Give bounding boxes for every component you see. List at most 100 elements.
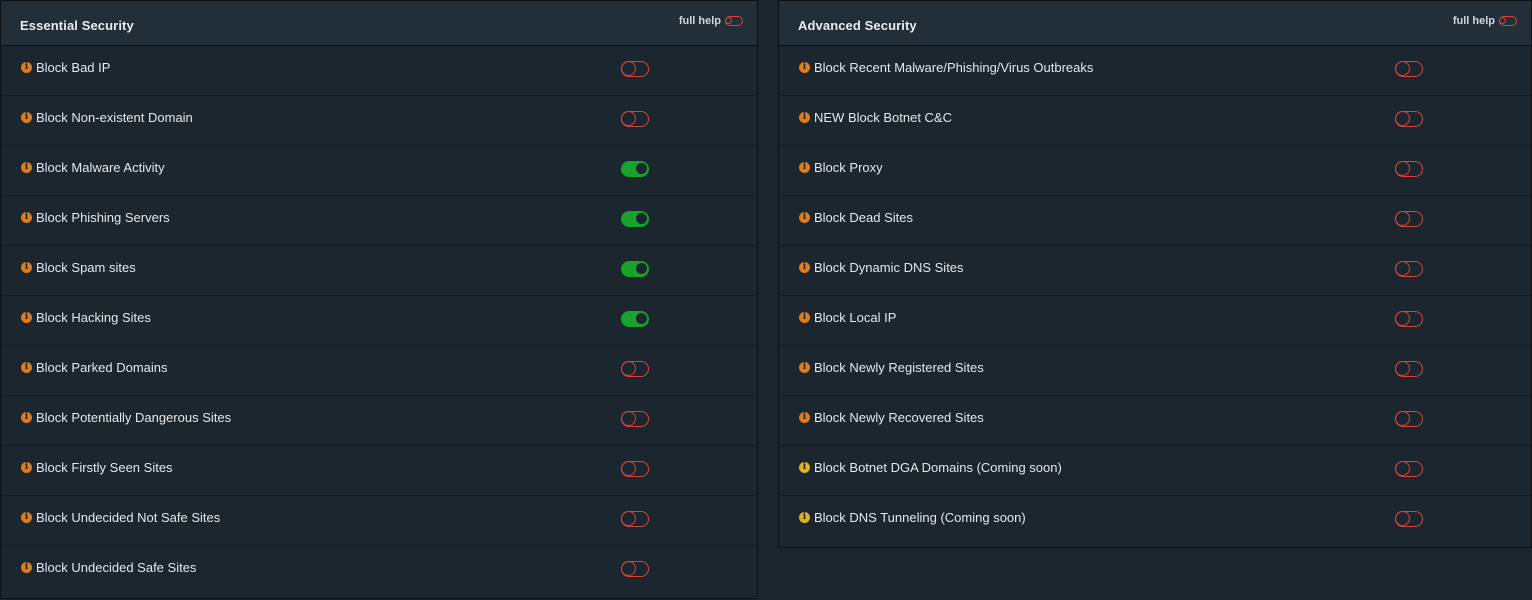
setting-row: i Block Proxy	[779, 146, 1531, 196]
panel-title: Essential Security	[20, 18, 134, 33]
setting-toggle[interactable]	[621, 511, 649, 527]
setting-label: Block Undecided Safe Sites	[36, 560, 197, 575]
setting-toggle[interactable]	[1395, 211, 1423, 227]
info-icon[interactable]: i	[21, 512, 32, 523]
setting-row: i NEW Block Botnet C&C	[779, 96, 1531, 146]
toggle-knob	[1395, 161, 1410, 176]
setting-label: Block Malware Activity	[36, 160, 165, 175]
info-icon[interactable]: i	[21, 312, 32, 323]
setting-label: Block DNS Tunneling (Coming soon)	[814, 510, 1026, 525]
toggle-knob	[1395, 211, 1410, 226]
setting-label: Block Bad IP	[36, 60, 111, 75]
full-help-switch[interactable]	[725, 16, 743, 26]
setting-row: i Block Parked Domains	[1, 346, 757, 396]
info-icon[interactable]: i	[799, 512, 810, 523]
setting-toggle[interactable]	[621, 161, 649, 177]
panel-title: Advanced Security	[798, 18, 917, 33]
setting-row: i Block Malware Activity	[1, 146, 757, 196]
setting-row: i Block Botnet DGA Domains (Coming soon)	[779, 446, 1531, 496]
setting-label: Block Firstly Seen Sites	[36, 460, 173, 475]
setting-row: i Block Bad IP	[1, 46, 757, 96]
setting-toggle[interactable]	[1395, 61, 1423, 77]
setting-row: i Block Hacking Sites	[1, 296, 757, 346]
toggle-knob	[1395, 311, 1410, 326]
info-icon[interactable]: i	[21, 562, 32, 573]
info-icon[interactable]: i	[21, 362, 32, 373]
info-icon[interactable]: i	[21, 62, 32, 73]
setting-label: Block Phishing Servers	[36, 210, 170, 225]
info-icon[interactable]: i	[21, 112, 32, 123]
setting-row: i Block Non-existent Domain	[1, 96, 757, 146]
info-icon[interactable]: i	[21, 212, 32, 223]
toggle-knob	[1395, 411, 1410, 426]
setting-toggle[interactable]	[621, 61, 649, 77]
setting-toggle[interactable]	[621, 561, 649, 577]
info-icon[interactable]: i	[799, 162, 810, 173]
setting-toggle[interactable]	[621, 411, 649, 427]
full-help-switch[interactable]	[1499, 16, 1517, 26]
setting-toggle[interactable]	[1395, 361, 1423, 377]
info-icon[interactable]: i	[799, 112, 810, 123]
info-icon[interactable]: i	[799, 462, 810, 473]
setting-label: Block Spam sites	[36, 260, 136, 275]
setting-label: Block Newly Recovered Sites	[814, 410, 984, 425]
essential-security-list: i Block Bad IP i Block Non-existent Domain i…	[1, 46, 757, 596]
info-icon[interactable]: i	[21, 162, 32, 173]
essential-security-header: Essential Security full help	[1, 0, 757, 46]
setting-label: NEW Block Botnet C&C	[814, 110, 952, 125]
toggle-knob	[636, 213, 647, 224]
toggle-knob	[636, 263, 647, 274]
setting-label: Block Dead Sites	[814, 210, 913, 225]
setting-row: i Block Undecided Not Safe Sites	[1, 496, 757, 546]
info-icon[interactable]: i	[21, 462, 32, 473]
setting-label: Block Parked Domains	[36, 360, 168, 375]
setting-toggle[interactable]	[1395, 411, 1423, 427]
setting-toggle[interactable]	[621, 311, 649, 327]
info-icon[interactable]: i	[21, 412, 32, 423]
toggle-knob	[621, 111, 636, 126]
security-settings-page: Essential Security full help i Block Bad …	[0, 0, 1532, 600]
toggle-knob	[636, 313, 647, 324]
setting-toggle[interactable]	[1395, 261, 1423, 277]
info-icon[interactable]: i	[799, 412, 810, 423]
setting-label: Block Recent Malware/Phishing/Virus Outb…	[814, 60, 1094, 75]
toggle-knob	[1395, 61, 1410, 76]
setting-toggle[interactable]	[1395, 111, 1423, 127]
setting-toggle[interactable]	[621, 361, 649, 377]
info-icon[interactable]: i	[799, 262, 810, 273]
setting-label: Block Dynamic DNS Sites	[814, 260, 964, 275]
info-icon[interactable]: i	[799, 362, 810, 373]
setting-toggle[interactable]	[621, 261, 649, 277]
setting-toggle[interactable]	[1395, 461, 1423, 477]
setting-label: Block Proxy	[814, 160, 883, 175]
setting-toggle[interactable]	[621, 461, 649, 477]
setting-toggle[interactable]	[621, 211, 649, 227]
setting-toggle[interactable]	[1395, 311, 1423, 327]
setting-row: i Block Spam sites	[1, 246, 757, 296]
setting-label: Block Botnet DGA Domains (Coming soon)	[814, 460, 1062, 475]
info-icon[interactable]: i	[21, 262, 32, 273]
full-help-label: full help	[1452, 15, 1495, 27]
info-icon[interactable]: i	[799, 62, 810, 73]
setting-label: Block Non-existent Domain	[36, 110, 193, 125]
full-help-label: full help	[678, 15, 721, 27]
setting-row: i Block Newly Registered Sites	[779, 346, 1531, 396]
setting-label: Block Newly Registered Sites	[814, 360, 984, 375]
toggle-knob	[621, 461, 636, 476]
setting-toggle[interactable]	[621, 111, 649, 127]
essential-security-panel: Essential Security full help i Block Bad …	[0, 0, 758, 599]
info-icon[interactable]: i	[799, 212, 810, 223]
toggle-knob	[621, 61, 636, 76]
advanced-security-panel: Advanced Security full help i Block Recen…	[778, 0, 1532, 548]
setting-row: i Block Firstly Seen Sites	[1, 446, 757, 496]
setting-toggle[interactable]	[1395, 511, 1423, 527]
toggle-knob	[621, 561, 636, 576]
setting-label: Block Undecided Not Safe Sites	[36, 510, 221, 525]
info-icon[interactable]: i	[799, 312, 810, 323]
setting-row: i Block DNS Tunneling (Coming soon)	[779, 496, 1531, 546]
setting-toggle[interactable]	[1395, 161, 1423, 177]
full-help-toggle[interactable]: full help	[1453, 15, 1517, 27]
setting-label: Block Local IP	[814, 310, 897, 325]
full-help-toggle[interactable]: full help	[679, 15, 743, 27]
toggle-knob	[636, 163, 647, 174]
